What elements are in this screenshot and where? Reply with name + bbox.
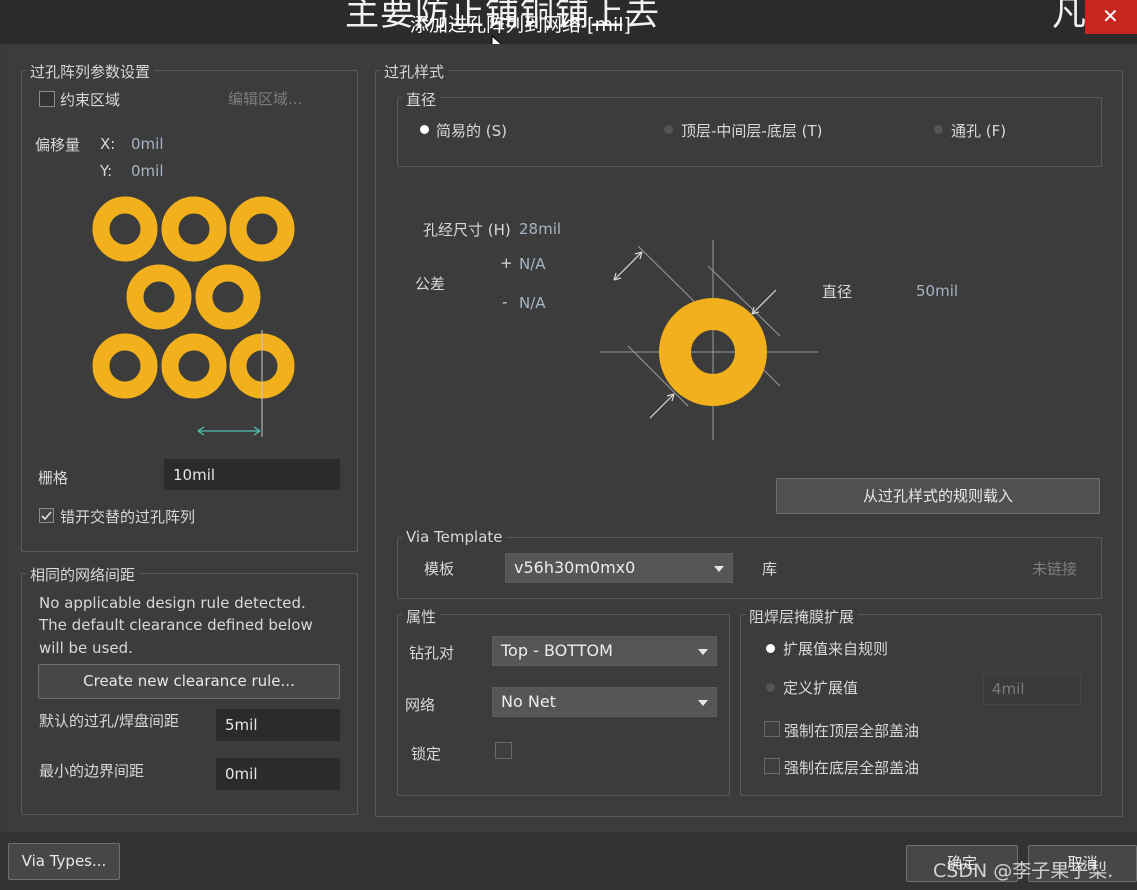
radio-simple-label: 简易的 (S)	[436, 122, 507, 140]
via-template-title: Via Template	[402, 528, 507, 546]
constrain-area-checkbox[interactable]	[39, 91, 55, 107]
drill-pair-label: 钻孔对	[409, 644, 455, 662]
net-label: 网络	[405, 696, 436, 714]
default-clearance-input[interactable]: 5mil	[216, 709, 340, 741]
properties-group-title: 属性	[402, 606, 441, 627]
offset-label: 偏移量	[35, 136, 81, 154]
dialog-title: 添加过孔阵列到网络 [mil]	[410, 14, 631, 36]
template-label: 模板	[424, 560, 455, 578]
min-edge-input[interactable]: 0mil	[216, 758, 340, 790]
array-settings-title: 过孔阵列参数设置	[26, 61, 155, 82]
close-icon: ✕	[1102, 4, 1119, 28]
offset-x-value: 0mil	[131, 135, 164, 153]
diameter-group-title: 直径	[402, 89, 441, 110]
edit-area-button[interactable]: 编辑区域...	[228, 88, 302, 109]
template-select[interactable]: v56h30m0mx0	[505, 553, 733, 583]
force-top-checkbox[interactable]	[764, 721, 780, 737]
load-from-rule-button[interactable]: 从过孔样式的规则载入	[776, 478, 1100, 514]
mask-custom-radio[interactable]	[766, 683, 775, 692]
library-label: 库	[762, 560, 778, 578]
via-ring	[161, 196, 227, 262]
template-select-value: v56h30m0mx0	[514, 558, 636, 577]
via-ring	[229, 196, 295, 262]
offset-y-label: Y:	[100, 162, 113, 180]
offset-y-value: 0mil	[131, 162, 164, 180]
via-array-preview	[92, 196, 295, 437]
constrain-area-label: 约束区域	[60, 91, 121, 109]
via-types-button[interactable]: Via Types...	[8, 843, 120, 880]
lock-checkbox[interactable]	[495, 742, 512, 759]
net-select[interactable]: No Net	[492, 687, 717, 717]
via-style-title: 过孔样式	[380, 61, 449, 82]
tolerance-plus-value[interactable]: N/A	[519, 255, 546, 273]
diameter-value[interactable]: 50mil	[916, 282, 958, 300]
diameter-label: 直径	[822, 283, 853, 301]
stagger-checkbox[interactable]	[39, 508, 54, 523]
radio-top-mid-bottom-label: 顶层-中间层-底层 (T)	[681, 122, 823, 140]
grid-input[interactable]: 10mil	[164, 459, 340, 490]
tolerance-minus-value[interactable]: N/A	[519, 294, 546, 312]
mask-custom-input[interactable]: 4mil	[983, 673, 1081, 705]
via-ring	[126, 264, 192, 330]
grid-label: 栅格	[38, 469, 69, 487]
radio-full-label: 通孔 (F)	[951, 122, 1007, 140]
chevron-down-icon	[714, 566, 724, 572]
stagger-label: 错开交替的过孔阵列	[60, 508, 196, 526]
mask-custom-label: 定义扩展值	[783, 679, 859, 697]
via-template-group	[397, 537, 1102, 599]
create-clearance-rule-button[interactable]: Create new clearance rule...	[38, 664, 340, 699]
via-ring	[161, 333, 227, 399]
clearance-message-line: will be used.	[39, 639, 133, 657]
drill-pair-select-value: Top - BOTTOM	[501, 641, 613, 660]
chevron-down-icon	[698, 700, 708, 706]
radio-full[interactable]	[934, 125, 943, 134]
radio-top-mid-bottom[interactable]	[664, 125, 673, 134]
tolerance-plus-sign: +	[500, 254, 513, 272]
min-edge-label: 最小的边界间距	[39, 762, 145, 780]
via-ring	[195, 264, 261, 330]
tolerance-label: 公差	[415, 275, 446, 293]
radio-simple[interactable]	[420, 125, 429, 134]
mask-from-rule-radio[interactable]	[766, 644, 775, 653]
via-ring	[92, 196, 158, 262]
net-select-value: No Net	[501, 692, 556, 711]
via-dimension-diagram	[600, 240, 818, 440]
force-bottom-checkbox[interactable]	[764, 758, 780, 774]
mask-from-rule-label: 扩展值来自规则	[783, 640, 889, 658]
hole-size-value[interactable]: 28mil	[519, 220, 561, 238]
lock-label: 锁定	[411, 745, 442, 763]
tolerance-minus-sign: -	[502, 293, 508, 311]
drill-pair-select[interactable]: Top - BOTTOM	[492, 636, 717, 666]
clearance-group-title: 相同的网络间距	[26, 564, 140, 585]
csdn-watermark: CSDN @李子果子梨.	[933, 860, 1114, 882]
force-top-label: 强制在顶层全部盖油	[784, 722, 920, 740]
clearance-message-line: The default clearance defined below	[39, 616, 313, 634]
offset-x-label: X:	[100, 135, 116, 153]
default-clearance-label: 默认的过孔/焊盘间距	[39, 712, 180, 730]
clearance-message-line: No applicable design rule detected.	[39, 594, 306, 612]
hole-size-label: 孔经尺寸 (H)	[423, 221, 511, 239]
library-value: 未链接	[1032, 560, 1078, 578]
checkmark-icon	[41, 511, 52, 521]
via-ring	[92, 333, 158, 399]
force-bottom-label: 强制在底层全部盖油	[784, 759, 920, 777]
solder-mask-group-title: 阻焊层掩膜扩展	[745, 606, 859, 627]
chevron-down-icon	[698, 649, 708, 655]
